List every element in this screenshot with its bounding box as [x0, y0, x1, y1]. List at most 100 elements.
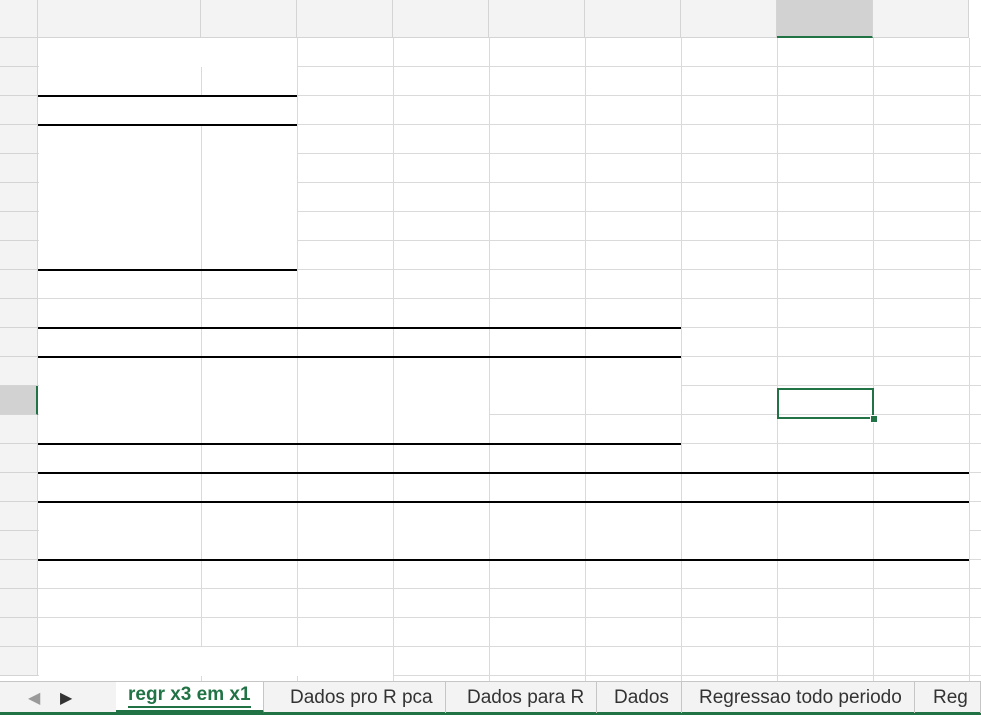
cell-c14[interactable]	[298, 415, 393, 444]
row-header-20[interactable]	[0, 589, 38, 618]
column-header-a[interactable]	[38, 0, 201, 38]
cell-a3[interactable]	[39, 96, 297, 125]
column-header-d[interactable]	[393, 0, 489, 38]
cell-a10[interactable]	[39, 299, 201, 328]
cell-d11[interactable]	[394, 328, 489, 357]
cell-a22[interactable]	[39, 647, 393, 676]
cell-c18[interactable]	[298, 531, 393, 560]
cell-d16[interactable]	[394, 473, 489, 502]
sheet-tab-2[interactable]: Dados pro R pca	[278, 682, 446, 713]
select-all-corner[interactable]	[0, 0, 38, 38]
cell-b7[interactable]	[202, 212, 297, 241]
cell-b6[interactable]	[202, 183, 297, 212]
cell-e11[interactable]	[490, 328, 585, 357]
cell-e17[interactable]	[490, 502, 585, 531]
row-header-9[interactable]	[0, 270, 38, 299]
sheet-tab-3[interactable]: Dados para R	[455, 682, 598, 713]
column-header-g[interactable]	[681, 0, 777, 38]
cell-b14[interactable]	[202, 415, 297, 444]
cell-c17[interactable]	[298, 502, 393, 531]
row-header-21[interactable]	[0, 618, 38, 647]
scroll-tabs-left-icon[interactable]: ◀	[28, 688, 40, 708]
cell-d17[interactable]	[394, 502, 489, 531]
cell-g17[interactable]	[682, 502, 777, 531]
cell-i18[interactable]	[874, 531, 969, 560]
cell-b4[interactable]	[202, 125, 297, 154]
cell-f11[interactable]	[586, 328, 777, 357]
sheet-tab-5[interactable]: Regressao todo periodo	[687, 682, 915, 713]
row-header-14[interactable]	[0, 415, 38, 444]
row-header-18[interactable]	[0, 531, 38, 560]
cell-h17[interactable]	[778, 502, 873, 531]
row-header-15[interactable]	[0, 444, 38, 473]
cell-h16[interactable]	[778, 473, 873, 502]
cell-f16[interactable]	[586, 473, 681, 502]
cell-a6[interactable]	[39, 183, 201, 212]
row-header-10[interactable]	[0, 299, 38, 328]
cell-c13[interactable]	[298, 386, 393, 415]
cell-b16[interactable]	[202, 473, 297, 502]
cell-d13[interactable]	[394, 386, 489, 415]
cell-i16[interactable]	[874, 473, 969, 502]
cell-d12[interactable]	[394, 357, 489, 386]
cell-e16[interactable]	[490, 473, 585, 502]
row-header-11[interactable]	[0, 328, 38, 357]
row-header-13[interactable]	[0, 386, 38, 415]
row-header-4[interactable]	[0, 125, 38, 154]
cell-e18[interactable]	[490, 531, 585, 560]
column-header-b[interactable]	[201, 0, 297, 38]
row-header-8[interactable]	[0, 241, 38, 270]
spreadsheet-grid[interactable]	[0, 0, 981, 681]
cell-b12[interactable]	[202, 357, 297, 386]
column-header-h[interactable]	[777, 0, 873, 38]
cell-a14[interactable]	[39, 415, 201, 444]
cell-a1[interactable]	[39, 38, 297, 67]
column-header-i[interactable]	[873, 0, 969, 38]
cell-a17[interactable]	[39, 502, 201, 531]
cell-g18[interactable]	[682, 531, 777, 560]
selected-cell-h13[interactable]	[777, 388, 874, 419]
fill-handle[interactable]	[870, 415, 878, 423]
cell-a8[interactable]	[39, 241, 201, 270]
cell-b8[interactable]	[202, 241, 297, 270]
column-header-e[interactable]	[489, 0, 585, 38]
row-header-2[interactable]	[0, 67, 38, 96]
cell-i17[interactable]	[874, 502, 969, 531]
row-header-17[interactable]	[0, 502, 38, 531]
column-header-f[interactable]	[585, 0, 681, 38]
cell-c11[interactable]	[298, 328, 393, 357]
cell-a18[interactable]	[39, 531, 201, 560]
cell-f12[interactable]	[586, 357, 681, 386]
row-header-1[interactable]	[0, 38, 38, 67]
cell-g16[interactable]	[682, 473, 777, 502]
row-header-3[interactable]	[0, 96, 38, 125]
cell-b17[interactable]	[202, 502, 297, 531]
cell-e12[interactable]	[490, 357, 585, 386]
row-header-6[interactable]	[0, 183, 38, 212]
cell-b11[interactable]	[202, 328, 297, 357]
cell-b18[interactable]	[202, 531, 297, 560]
cell-c16[interactable]	[298, 473, 393, 502]
cell-a5[interactable]	[39, 154, 201, 183]
row-header-12[interactable]	[0, 357, 38, 386]
cell-a7[interactable]	[39, 212, 201, 241]
cell-f18[interactable]	[586, 531, 681, 560]
cell-d18[interactable]	[394, 531, 489, 560]
sheet-tab-6[interactable]: Reg	[921, 682, 981, 713]
cell-h18[interactable]	[778, 531, 873, 560]
sheet-tab-4[interactable]: Dados	[602, 682, 682, 713]
scroll-tabs-right-icon[interactable]: ▶	[60, 688, 72, 708]
row-header-19[interactable]	[0, 560, 38, 589]
sheet-tab-1[interactable]: regr x3 em x1	[116, 682, 264, 713]
cell-f17[interactable]	[586, 502, 681, 531]
cell-b5[interactable]	[202, 154, 297, 183]
row-header-22[interactable]	[0, 647, 38, 676]
column-header-c[interactable]	[297, 0, 393, 38]
cell-a13[interactable]	[39, 386, 201, 415]
cell-b13[interactable]	[202, 386, 297, 415]
cell-a4[interactable]	[39, 125, 201, 154]
cell-c12[interactable]	[298, 357, 393, 386]
row-header-16[interactable]	[0, 473, 38, 502]
row-header-7[interactable]	[0, 212, 38, 241]
cell-a12[interactable]	[39, 357, 201, 386]
